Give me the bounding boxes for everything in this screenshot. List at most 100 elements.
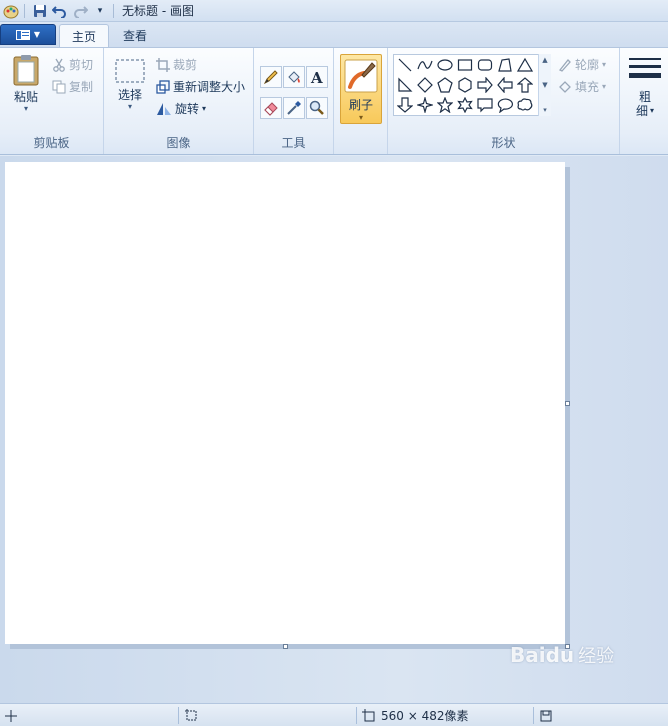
hexagon-shape[interactable] (455, 75, 475, 95)
six-point-star-icon (457, 97, 473, 113)
chevron-down-icon: ▼ (33, 30, 41, 39)
disk-icon (540, 710, 552, 721)
six-point-star-shape[interactable] (455, 95, 475, 115)
status-bar: 560 × 482像素 (0, 703, 668, 726)
oval-shape[interactable] (435, 55, 455, 75)
text-tool[interactable]: A (306, 66, 328, 88)
line-shape[interactable] (395, 55, 415, 75)
selection-size (185, 707, 198, 724)
paint-menu-icon (15, 29, 30, 40)
redo-icon[interactable] (71, 2, 89, 20)
rounded-rectangle-icon (477, 59, 493, 71)
fill-tool[interactable] (283, 66, 305, 88)
clipboard-group: 粘贴 ▾ 剪切 复制 剪贴板 (0, 48, 104, 154)
color-picker-icon (287, 101, 301, 115)
scroll-down-icon[interactable]: ▼ (542, 81, 547, 89)
canvas-size-icon (362, 709, 375, 722)
tab-home[interactable]: 主页 (59, 24, 110, 47)
size-button[interactable]: 粗 细 ▾ (626, 56, 664, 118)
triangle-shape[interactable] (515, 55, 535, 75)
magnifier-tool[interactable] (306, 97, 328, 119)
oval-callout-icon (497, 98, 513, 113)
cloud-callout-shape[interactable] (515, 95, 535, 115)
cursor-position (5, 707, 17, 724)
diamond-shape[interactable] (415, 75, 435, 95)
paste-button[interactable]: 粘贴 ▾ (8, 54, 44, 114)
five-point-star-shape[interactable] (435, 95, 455, 115)
chevron-down-icon: ▾ (602, 82, 607, 91)
selection-size-icon (185, 709, 197, 721)
shapes-gallery (393, 54, 551, 116)
resize-handle-bottom[interactable] (283, 644, 288, 649)
up-arrow-shape[interactable] (515, 75, 535, 95)
five-point-star-icon (437, 97, 453, 113)
image-group: 选择 ▾ 裁剪 重新调整大小 旋转 ▾ 图像 (104, 48, 254, 154)
crop-button[interactable]: 裁剪 (156, 56, 197, 73)
pencil-icon (263, 70, 278, 85)
line-width-icon (629, 58, 661, 78)
right-arrow-shape[interactable] (475, 75, 495, 95)
rotate-button[interactable]: 旋转 ▾ (156, 100, 206, 117)
tab-view[interactable]: 查看 (111, 24, 159, 47)
ribbon: 粘贴 ▾ 剪切 复制 剪贴板 选择 ▾ 裁剪 重新调整大小 旋转 ▾ 图像 A … (0, 47, 668, 155)
outline-icon (558, 58, 571, 72)
cut-button[interactable]: 剪切 (52, 56, 93, 73)
save-icon[interactable] (31, 2, 49, 20)
polygon-shape[interactable] (495, 55, 515, 75)
undo-icon[interactable] (51, 2, 69, 20)
eraser-icon (264, 102, 278, 116)
paint-menu-button[interactable]: ▼ (0, 24, 56, 45)
paint-app-icon[interactable] (2, 2, 20, 20)
curve-shape[interactable] (415, 55, 435, 75)
rectangle-shape[interactable] (455, 55, 475, 75)
file-size-readout (540, 707, 552, 724)
up-arrow-icon (517, 77, 533, 93)
four-point-star-shape[interactable] (415, 95, 435, 115)
rotate-icon (157, 102, 171, 115)
scroll-up-icon[interactable]: ▲ (542, 56, 547, 64)
magnifier-icon (309, 100, 324, 115)
chevron-down-icon: ▾ (602, 60, 607, 69)
select-rectangle-icon (115, 59, 145, 83)
outline-button[interactable]: 轮廓 ▾ (558, 56, 606, 73)
select-button[interactable]: 选择 ▾ (112, 58, 148, 112)
right-triangle-icon (398, 77, 413, 92)
rounded-rectangle-shape[interactable] (475, 55, 495, 75)
svg-text:A: A (310, 69, 323, 85)
brush-group (334, 48, 388, 154)
fill-button[interactable]: 填充 ▾ (558, 78, 606, 95)
hexagon-icon (458, 77, 472, 93)
shapes-scrollbar[interactable]: ▲ ▼ ▾ (538, 54, 551, 116)
cloud-callout-icon (517, 98, 533, 111)
canvas-workspace (0, 156, 668, 703)
copy-button[interactable]: 复制 (52, 78, 93, 95)
rect-callout-icon (477, 98, 493, 113)
resize-icon (156, 79, 170, 94)
resize-button[interactable]: 重新调整大小 (156, 78, 245, 95)
scissors-icon (53, 58, 65, 72)
polygon-icon (498, 58, 512, 72)
expand-gallery-icon[interactable]: ▾ (543, 106, 547, 114)
fill-icon (559, 80, 571, 93)
down-arrow-shape[interactable] (395, 95, 415, 115)
ribbon-tab-row: ▼ 主页 查看 (0, 22, 668, 47)
clipboard-group-label: 剪贴板 (33, 136, 70, 150)
right-triangle-shape[interactable] (395, 75, 415, 95)
tools-group-label: 工具 (281, 136, 306, 150)
rect-callout-shape[interactable] (475, 95, 495, 115)
color-picker-tool[interactable] (283, 97, 305, 119)
eraser-tool[interactable] (260, 97, 282, 119)
title-bar: ▾ 无标题 - 画图 (0, 0, 668, 22)
right-arrow-icon (477, 77, 493, 93)
pencil-tool[interactable] (260, 66, 282, 88)
chevron-down-icon: ▾ (650, 106, 655, 115)
left-arrow-shape[interactable] (495, 75, 515, 95)
fill-bucket-icon (288, 71, 300, 83)
resize-handle-right[interactable] (565, 401, 570, 406)
customize-quick-access-icon[interactable]: ▾ (91, 2, 109, 20)
pentagon-shape[interactable] (435, 75, 455, 95)
chevron-down-icon: ▾ (23, 104, 28, 113)
drawing-canvas[interactable] (5, 162, 565, 644)
oval-icon (437, 59, 453, 71)
oval-callout-shape[interactable] (495, 95, 515, 115)
